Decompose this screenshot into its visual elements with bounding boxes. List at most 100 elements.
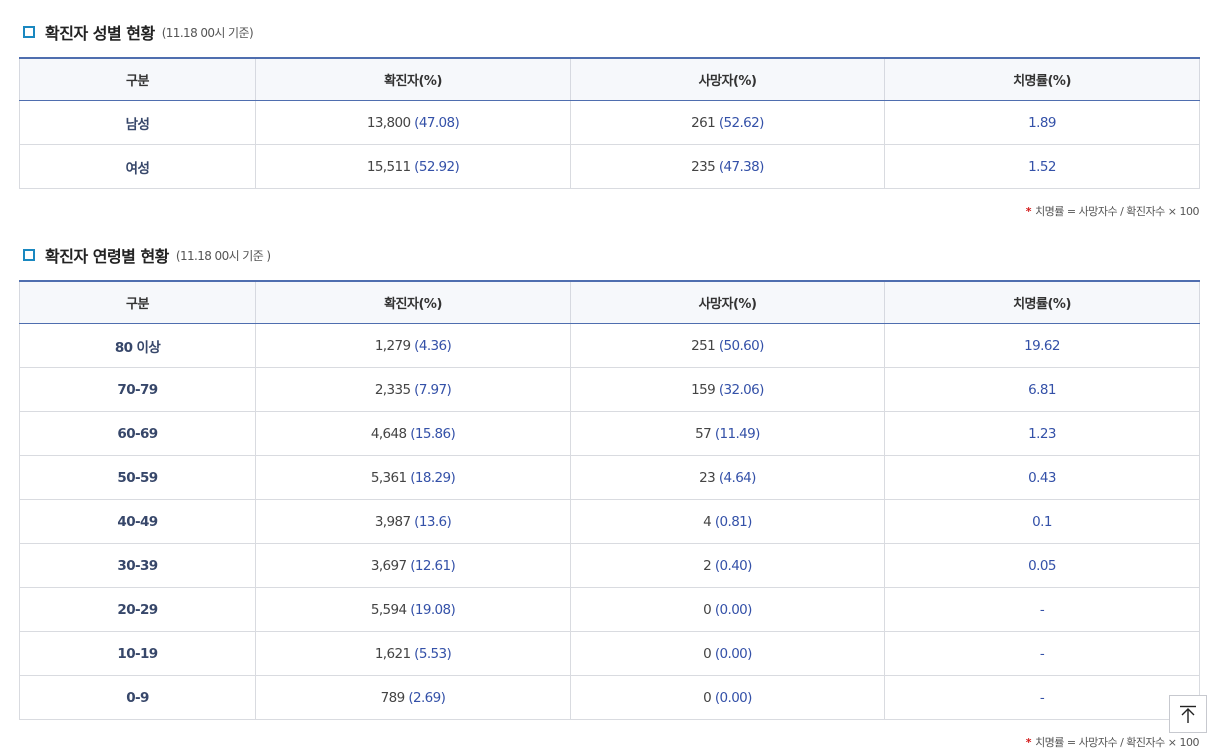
deaths-count: 159 bbox=[691, 381, 716, 398]
fatality-rate: 0.1 bbox=[884, 499, 1200, 544]
confirmed-cell: 5,594 (19.08) bbox=[255, 587, 571, 632]
confirmed-cell: 1,621 (5.53) bbox=[255, 631, 571, 676]
confirmed-count: 1,621 bbox=[374, 645, 411, 662]
note-text: 치명률 = 사망자수 / 확진자수 × 100 bbox=[1035, 205, 1199, 218]
confirmed-cell: 789 (2.69) bbox=[255, 675, 571, 720]
table-row: 여성 15,511 (52.92) 235 (47.38) 1.52 bbox=[19, 144, 1200, 189]
confirmed-cell: 3,987 (13.6) bbox=[255, 499, 571, 544]
confirmed-percent: (18.29) bbox=[410, 469, 456, 486]
deaths-cell: 0 (0.00) bbox=[570, 587, 885, 632]
deaths-cell: 2 (0.40) bbox=[570, 543, 885, 588]
confirmed-count: 13,800 bbox=[366, 114, 411, 131]
fatality-rate: - bbox=[884, 631, 1200, 676]
row-group: 70-79 bbox=[19, 367, 256, 412]
confirmed-count: 3,697 bbox=[370, 557, 407, 574]
gender-table-body: 남성 13,800 (47.08) 261 (52.62) 1.89 여성 15,511 … bbox=[19, 100, 1200, 189]
confirmed-percent: (13.6) bbox=[414, 513, 452, 530]
confirmed-count: 2,335 bbox=[374, 381, 411, 398]
header-confirmed: 확진자(%) bbox=[255, 58, 571, 101]
table-row: 50-59 5,361 (18.29) 23 (4.64) 0.43 bbox=[19, 455, 1200, 500]
fatality-note: * 치명률 = 사망자수 / 확진자수 × 100 bbox=[19, 203, 1200, 219]
row-group: 40-49 bbox=[19, 499, 256, 544]
row-group: 50-59 bbox=[19, 455, 256, 500]
confirmed-count: 1,279 bbox=[374, 337, 411, 354]
fatality-rate: 1.52 bbox=[884, 144, 1200, 189]
table-row: 40-49 3,987 (13.6) 4 (0.81) 0.1 bbox=[19, 499, 1200, 544]
fatality-rate: 6.81 bbox=[884, 367, 1200, 412]
fatality-rate: - bbox=[884, 587, 1200, 632]
table-row: 남성 13,800 (47.08) 261 (52.62) 1.89 bbox=[19, 100, 1200, 145]
table-header-row: 구분 확진자(%) 사망자(%) 치명률(%) bbox=[19, 58, 1200, 101]
section-subtitle: (11.18 00시 기준 ) bbox=[175, 248, 271, 263]
age-section: 확진자 연령별 현황 (11.18 00시 기준 ) 구분 확진자(%) 사망자… bbox=[19, 242, 1200, 750]
header-group: 구분 bbox=[19, 58, 256, 101]
table-row: 10-19 1,621 (5.53) 0 (0.00) - bbox=[19, 631, 1200, 676]
confirmed-percent: (4.36) bbox=[414, 337, 452, 354]
deaths-cell: 0 (0.00) bbox=[570, 631, 885, 676]
deaths-count: 57 bbox=[695, 425, 712, 442]
confirmed-count: 15,511 bbox=[366, 158, 411, 175]
deaths-percent: (0.81) bbox=[714, 513, 753, 530]
section-title: 확진자 성별 현황 bbox=[45, 24, 155, 43]
confirmed-cell: 15,511 (52.92) bbox=[255, 144, 571, 189]
deaths-cell: 251 (50.60) bbox=[570, 323, 885, 368]
deaths-count: 2 bbox=[703, 557, 712, 574]
confirmed-cell: 2,335 (7.97) bbox=[255, 367, 571, 412]
confirmed-count: 789 bbox=[380, 689, 406, 706]
header-deaths: 사망자(%) bbox=[570, 58, 885, 101]
row-group: 0-9 bbox=[19, 675, 256, 720]
deaths-percent: (50.60) bbox=[718, 337, 765, 354]
deaths-cell: 57 (11.49) bbox=[570, 411, 885, 456]
confirmed-cell: 3,697 (12.61) bbox=[255, 543, 571, 588]
row-group: 20-29 bbox=[19, 587, 256, 632]
confirmed-percent: (12.61) bbox=[410, 557, 456, 574]
confirmed-percent: (5.53) bbox=[414, 645, 452, 662]
row-group: 80 이상 bbox=[19, 323, 256, 368]
gender-section: 확진자 성별 현황 (11.18 00시 기준) 구분 확진자(%) 사망자(%… bbox=[19, 19, 1200, 219]
confirmed-count: 5,594 bbox=[370, 601, 407, 618]
gender-section-header: 확진자 성별 현황 (11.18 00시 기준) bbox=[19, 19, 1199, 45]
fatality-note: * 치명률 = 사망자수 / 확진자수 × 100 bbox=[19, 734, 1200, 750]
age-table: 구분 확진자(%) 사망자(%) 치명률(%) 80 이상 1,279 (4.36… bbox=[19, 280, 1200, 720]
age-table-body: 80 이상 1,279 (4.36) 251 (50.60) 19.62 70-79 2,… bbox=[19, 323, 1200, 720]
deaths-cell: 159 (32.06) bbox=[570, 367, 885, 412]
confirmed-cell: 1,279 (4.36) bbox=[255, 323, 571, 368]
deaths-cell: 0 (0.00) bbox=[570, 675, 885, 720]
deaths-count: 0 bbox=[703, 601, 712, 618]
deaths-percent: (52.62) bbox=[718, 114, 765, 131]
deaths-cell: 23 (4.64) bbox=[570, 455, 885, 500]
fatality-rate: - bbox=[884, 675, 1200, 720]
row-group: 남성 bbox=[19, 100, 256, 145]
confirmed-percent: (2.69) bbox=[408, 689, 446, 706]
row-group: 10-19 bbox=[19, 631, 256, 676]
deaths-percent: (0.00) bbox=[714, 645, 753, 662]
confirmed-count: 5,361 bbox=[370, 469, 407, 486]
scroll-top-button[interactable] bbox=[1169, 695, 1207, 733]
fatality-rate: 1.23 bbox=[884, 411, 1200, 456]
deaths-percent: (32.06) bbox=[718, 381, 765, 398]
note-star: * bbox=[1025, 736, 1032, 749]
deaths-percent: (11.49) bbox=[714, 425, 761, 442]
deaths-count: 23 bbox=[699, 469, 716, 486]
confirmed-percent: (15.86) bbox=[410, 425, 456, 442]
table-row: 20-29 5,594 (19.08) 0 (0.00) - bbox=[19, 587, 1200, 632]
deaths-cell: 261 (52.62) bbox=[570, 100, 885, 145]
row-group: 30-39 bbox=[19, 543, 256, 588]
table-header-row: 구분 확진자(%) 사망자(%) 치명률(%) bbox=[19, 281, 1200, 324]
fatality-rate: 0.05 bbox=[884, 543, 1200, 588]
confirmed-percent: (19.08) bbox=[410, 601, 456, 618]
fatality-rate: 0.43 bbox=[884, 455, 1200, 500]
deaths-count: 0 bbox=[703, 645, 712, 662]
deaths-count: 0 bbox=[703, 689, 712, 706]
deaths-percent: (0.00) bbox=[714, 689, 753, 706]
deaths-percent: (0.00) bbox=[714, 601, 753, 618]
deaths-count: 261 bbox=[691, 114, 716, 131]
section-title: 확진자 연령별 현황 bbox=[45, 247, 169, 266]
age-section-header: 확진자 연령별 현황 (11.18 00시 기준 ) bbox=[19, 242, 1199, 268]
confirmed-percent: (7.97) bbox=[414, 381, 452, 398]
deaths-cell: 4 (0.81) bbox=[570, 499, 885, 544]
header-deaths: 사망자(%) bbox=[570, 281, 885, 324]
header-fatality: 치명률(%) bbox=[884, 58, 1200, 101]
deaths-percent: (47.38) bbox=[718, 158, 765, 175]
confirmed-cell: 13,800 (47.08) bbox=[255, 100, 571, 145]
